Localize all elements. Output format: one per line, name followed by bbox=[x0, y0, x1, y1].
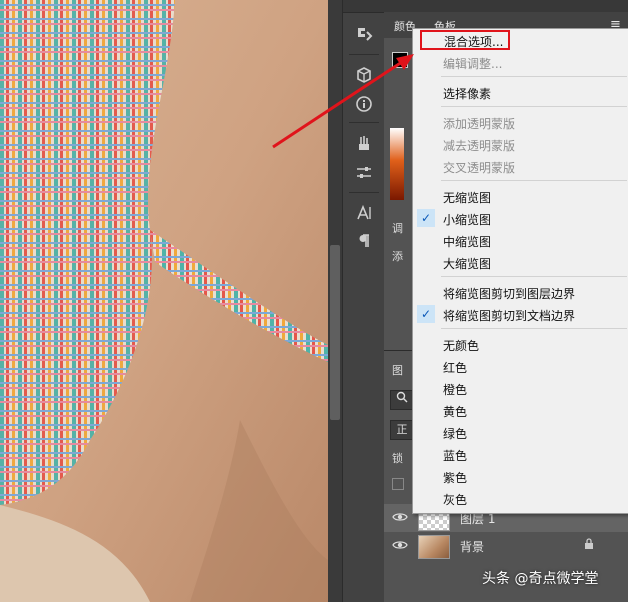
menu-item-small-thumbnail[interactable]: ✓ 小缩览图 bbox=[413, 207, 628, 229]
strip-divider bbox=[349, 54, 379, 55]
menu-item-label: 小缩览图 bbox=[443, 213, 492, 227]
menu-item-large-thumbnail[interactable]: 大缩览图 bbox=[413, 251, 628, 273]
menu-item-medium-thumbnail[interactable]: 中缩览图 bbox=[413, 229, 628, 251]
3d-cube-icon[interactable] bbox=[343, 62, 385, 88]
menu-item-label: 黄色 bbox=[443, 405, 468, 419]
menu-item-label: 无缩览图 bbox=[443, 191, 492, 205]
menu-item-label: 减去透明蒙版 bbox=[443, 139, 516, 153]
watermark-text: 头条 @奇点微学堂 bbox=[482, 571, 599, 587]
photo-image bbox=[0, 0, 328, 602]
menu-item-label: 中缩览图 bbox=[443, 235, 492, 249]
lock-icon bbox=[584, 538, 594, 552]
brush-icon[interactable] bbox=[343, 130, 385, 156]
visibility-eye-icon[interactable] bbox=[392, 539, 408, 553]
character-icon[interactable] bbox=[343, 200, 385, 226]
menu-item-label: 编辑调整... bbox=[443, 57, 503, 71]
document-canvas[interactable] bbox=[0, 0, 328, 602]
lock-label: 锁 bbox=[392, 452, 403, 465]
menu-item-label: 添加透明蒙版 bbox=[443, 117, 516, 131]
menu-item-color-blue[interactable]: 蓝色 bbox=[413, 443, 628, 465]
menu-item-clip-to-document-bounds[interactable]: ✓ 将缩览图剪切到文档边界 bbox=[413, 303, 628, 325]
menu-item-color-gray[interactable]: 灰色 bbox=[413, 487, 628, 509]
strip-divider bbox=[349, 192, 379, 193]
menu-item-add-transparency-mask: 添加透明蒙版 bbox=[413, 111, 628, 133]
tab-layers[interactable]: 图 bbox=[392, 362, 403, 378]
menu-item-label: 橙色 bbox=[443, 383, 468, 397]
paragraph-icon[interactable] bbox=[343, 228, 385, 254]
menu-item-label: 将缩览图剪切到图层边界 bbox=[443, 287, 576, 301]
menu-separator bbox=[441, 106, 627, 107]
menu-item-label: 灰色 bbox=[443, 493, 468, 507]
panel-tool-strip bbox=[342, 0, 386, 602]
info-icon[interactable] bbox=[343, 91, 385, 117]
menu-item-no-thumbnail[interactable]: 无缩览图 bbox=[413, 185, 628, 207]
adjustments-label: 调 bbox=[392, 222, 403, 235]
color-spectrum-slider[interactable] bbox=[390, 128, 404, 200]
menu-item-label: 无颜色 bbox=[443, 339, 480, 353]
menu-item-color-green[interactable]: 绿色 bbox=[413, 421, 628, 443]
menu-item-color-orange[interactable]: 橙色 bbox=[413, 377, 628, 399]
foreground-color-swatch[interactable] bbox=[392, 52, 408, 68]
menu-item-label: 大缩览图 bbox=[443, 257, 492, 271]
checkmark-icon: ✓ bbox=[417, 209, 435, 227]
menu-item-label: 蓝色 bbox=[443, 449, 468, 463]
history-icon[interactable] bbox=[343, 22, 385, 48]
add-adjustment-label: 添 bbox=[392, 250, 403, 263]
properties-sliders-icon[interactable] bbox=[343, 160, 385, 186]
canvas-scrollbar-thumb[interactable] bbox=[330, 245, 340, 420]
menu-separator bbox=[441, 328, 627, 329]
menu-item-label: 将缩览图剪切到文档边界 bbox=[443, 309, 576, 323]
menu-item-label: 交叉透明蒙版 bbox=[443, 161, 516, 175]
menu-item-label: 紫色 bbox=[443, 471, 468, 485]
menu-item-edit-adjustment: 编辑调整... bbox=[413, 51, 628, 73]
menu-item-label: 绿色 bbox=[443, 427, 468, 441]
menu-item-label: 选择像素 bbox=[443, 87, 492, 101]
collapse-bar[interactable] bbox=[343, 0, 385, 13]
menu-item-color-none[interactable]: 无颜色 bbox=[413, 333, 628, 355]
layer-context-menu: 混合选项... 编辑调整... 选择像素 添加透明蒙版 减去透明蒙版 交叉透明蒙… bbox=[412, 28, 628, 514]
menu-item-clip-to-layer-bounds[interactable]: 将缩览图剪切到图层边界 bbox=[413, 281, 628, 303]
menu-item-color-red[interactable]: 红色 bbox=[413, 355, 628, 377]
layer-row[interactable]: 背景 bbox=[384, 532, 628, 560]
menu-item-intersect-transparency-mask: 交叉透明蒙版 bbox=[413, 155, 628, 177]
layer-name[interactable]: 背景 bbox=[460, 538, 484, 555]
menu-item-label: 红色 bbox=[443, 361, 468, 375]
menu-item-color-yellow[interactable]: 黄色 bbox=[413, 399, 628, 421]
annotation-highlight-box bbox=[420, 30, 510, 50]
menu-separator bbox=[441, 180, 627, 181]
visibility-eye-icon[interactable] bbox=[392, 511, 408, 525]
checkmark-icon: ✓ bbox=[417, 305, 435, 323]
search-icon[interactable] bbox=[390, 390, 414, 410]
menu-item-subtract-transparency-mask: 减去透明蒙版 bbox=[413, 133, 628, 155]
menu-separator bbox=[441, 76, 627, 77]
menu-item-select-pixels[interactable]: 选择像素 bbox=[413, 81, 628, 103]
blend-mode-select[interactable]: 正 bbox=[390, 420, 414, 440]
menu-separator bbox=[441, 276, 627, 277]
layer-thumbnail[interactable] bbox=[418, 535, 450, 559]
menu-item-color-violet[interactable]: 紫色 bbox=[413, 465, 628, 487]
strip-divider bbox=[349, 122, 379, 123]
lock-checkbox[interactable] bbox=[392, 478, 404, 490]
